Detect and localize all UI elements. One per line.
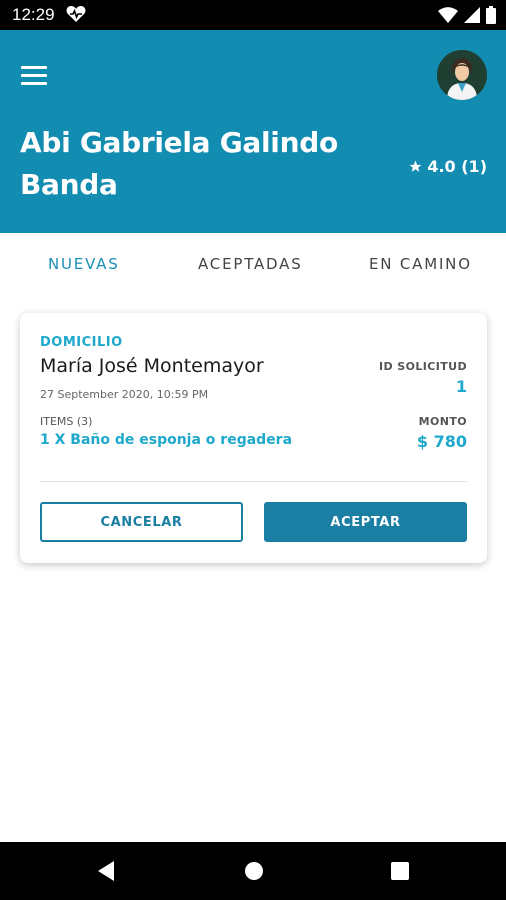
profile-header: Abi Gabriela Galindo Banda 4.0 (1) [0, 30, 506, 233]
user-rating: 4.0 (1) [409, 157, 487, 176]
card-divider [40, 481, 467, 482]
wifi-icon [438, 7, 458, 23]
request-id-label: ID SOLICITUD [379, 360, 467, 373]
client-name: María José Montemayor [40, 355, 264, 377]
accept-button[interactable]: ACEPTAR [264, 502, 467, 542]
tab-en-camino[interactable]: EN CAMINO [369, 255, 472, 273]
tab-aceptadas[interactable]: ACEPTADAS [198, 255, 303, 273]
status-bar: 12:29 [0, 0, 506, 30]
request-tabs: NUEVAS ACEPTADAS EN CAMINO [0, 233, 506, 295]
user-name: Abi Gabriela Galindo Banda [20, 126, 338, 201]
request-date: 27 September 2020, 10:59 PM [40, 388, 209, 401]
request-type: DOMICILIO [40, 335, 123, 350]
star-icon [409, 160, 422, 172]
hamburger-menu-icon[interactable] [21, 66, 49, 88]
back-triangle-icon[interactable] [96, 860, 116, 882]
recents-square-icon[interactable] [390, 860, 410, 882]
rating-value: 4.0 (1) [427, 157, 487, 176]
health-heart-icon [66, 5, 86, 27]
status-time: 12:29 [12, 5, 55, 24]
status-icons [438, 6, 496, 24]
avatar[interactable] [437, 50, 487, 100]
system-nav-bar [0, 842, 506, 900]
home-circle-icon[interactable] [243, 860, 265, 882]
amount-label: MONTO [418, 415, 467, 428]
battery-icon [486, 6, 496, 24]
request-card[interactable]: DOMICILIO María José Montemayor 27 Septe… [20, 313, 487, 563]
tab-nuevas[interactable]: NUEVAS [48, 255, 120, 273]
cellular-signal-icon [464, 7, 480, 23]
item-line: 1 X Baño de esponja o regadera [40, 432, 293, 448]
items-label: ITEMS (3) [40, 415, 93, 428]
request-id-value: 1 [455, 377, 467, 396]
amount-value: $ 780 [416, 432, 467, 451]
cancel-button[interactable]: CANCELAR [40, 502, 243, 542]
